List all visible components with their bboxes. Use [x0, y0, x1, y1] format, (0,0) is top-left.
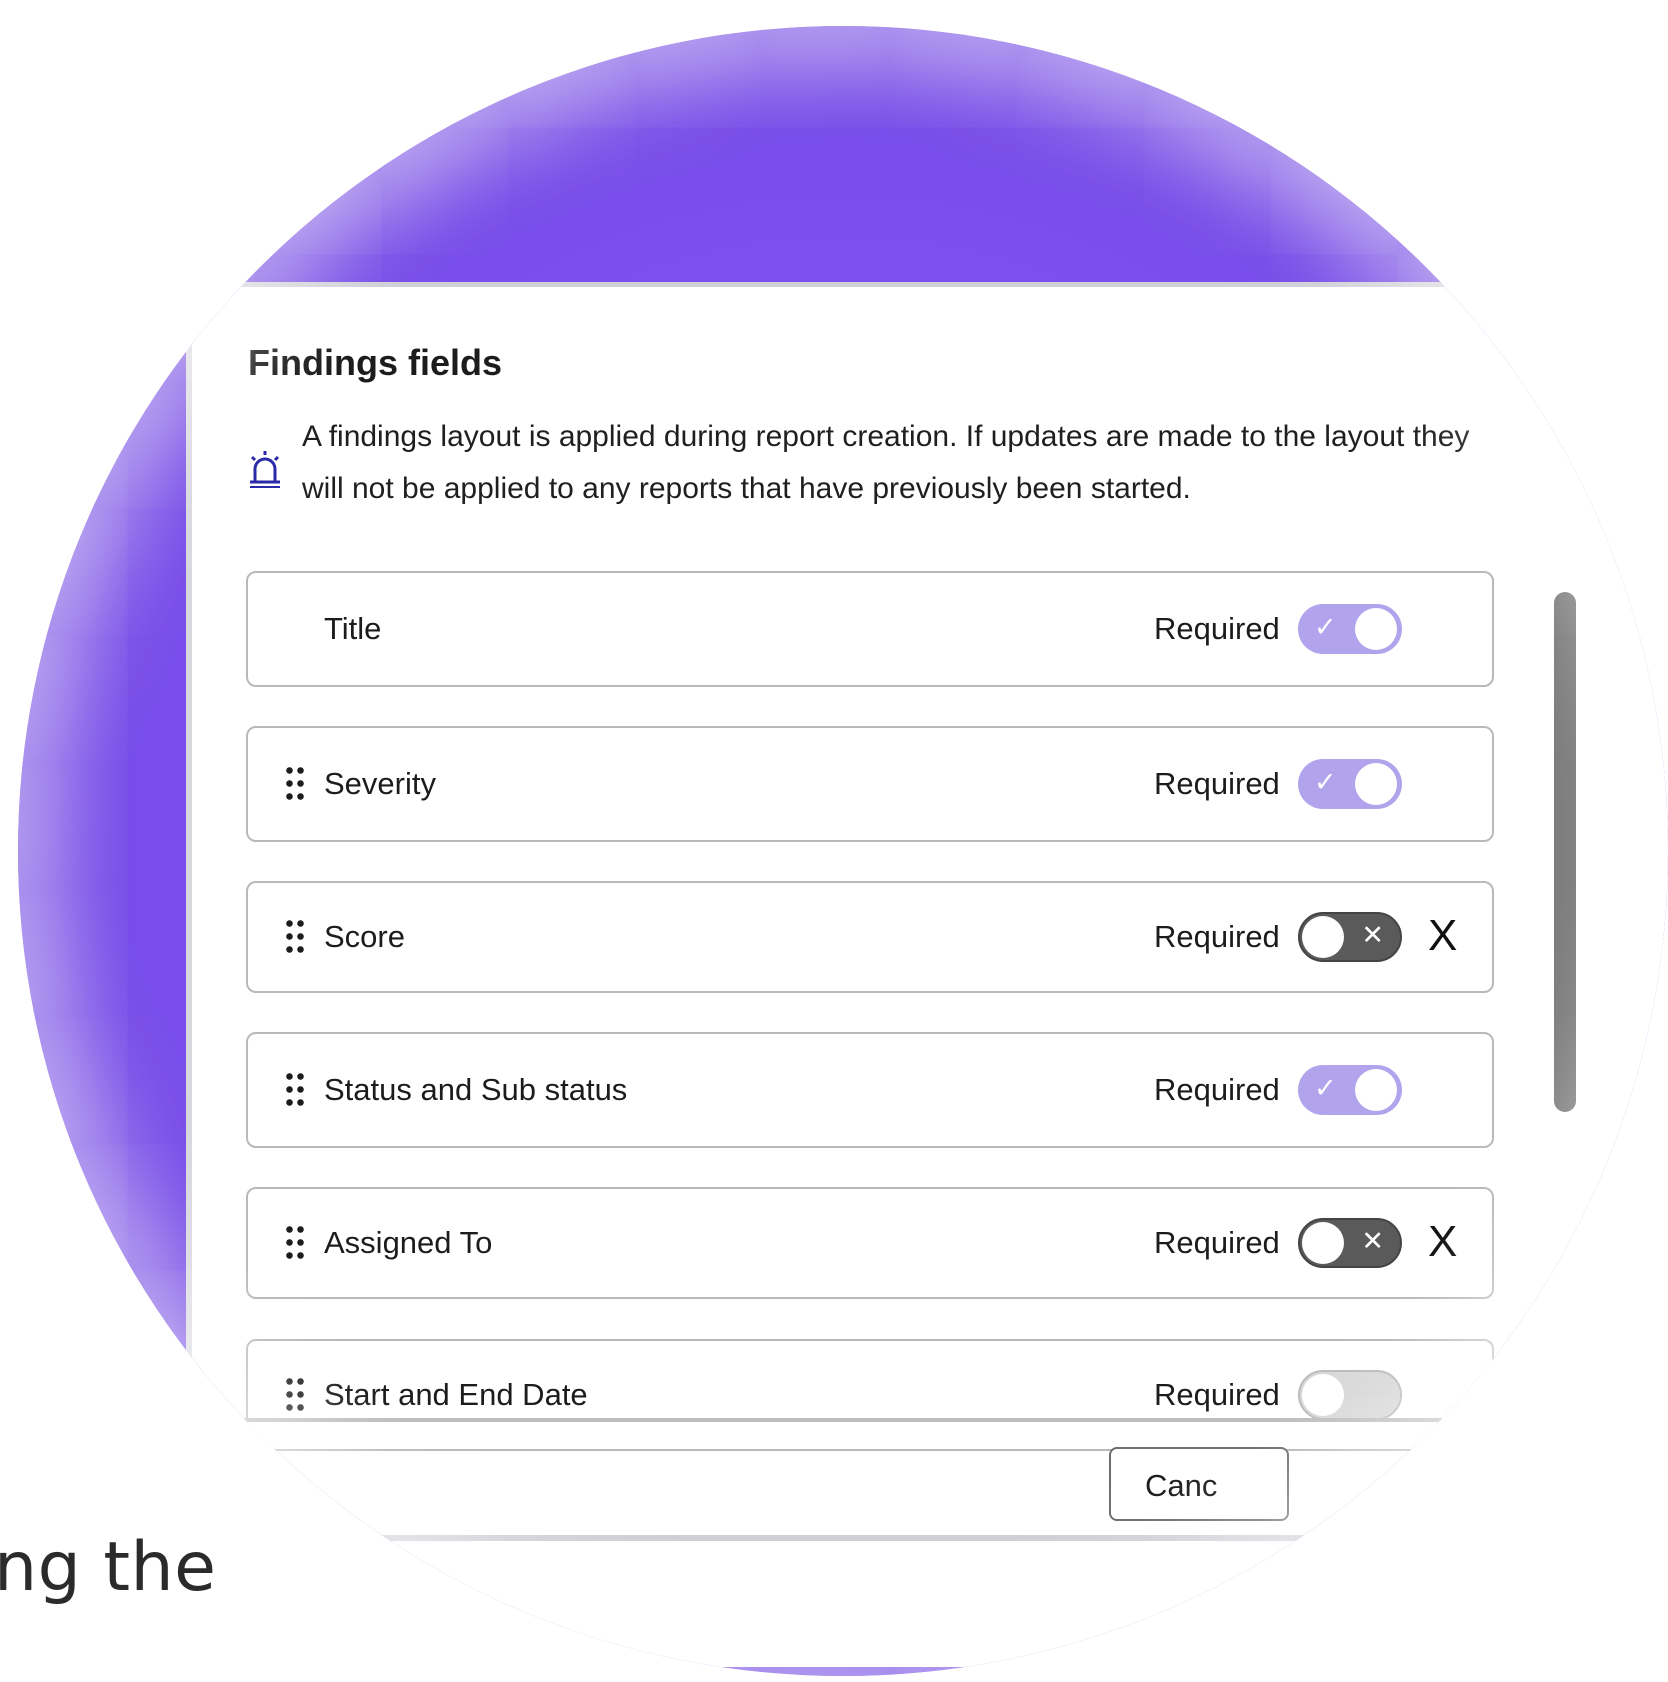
drag-handle-icon[interactable]	[284, 1375, 306, 1413]
field-label: Status and Sub status	[324, 1072, 628, 1107]
check-icon: ✓	[1314, 1073, 1337, 1103]
check-icon: ✓	[1314, 612, 1337, 642]
required-label: Required	[1154, 919, 1280, 954]
drag-handle-icon[interactable]	[284, 1070, 306, 1108]
field-row-score: Score Required ✕ X	[246, 881, 1494, 993]
field-label: Title	[324, 611, 382, 646]
panel-title: Findings fields	[248, 342, 503, 383]
magnifier-lens: Findings fields A findings layout is app…	[18, 26, 1668, 1676]
field-row-title: Title Required ✓	[246, 571, 1494, 687]
alarm-light-icon	[250, 451, 280, 488]
remove-field-button[interactable]: X	[1428, 911, 1457, 961]
toggle-knob	[1302, 1374, 1344, 1416]
required-label: Required	[1154, 1377, 1280, 1412]
x-icon: ✕	[1361, 920, 1384, 950]
required-toggle[interactable]: ✕	[1298, 912, 1402, 962]
field-row-status: Status and Sub status Required ✓	[246, 1032, 1494, 1148]
toggle-knob	[1302, 916, 1344, 958]
field-label: Severity	[324, 766, 436, 801]
required-toggle[interactable]: ✓	[1298, 759, 1402, 809]
list-bottom-divider	[192, 1418, 1668, 1422]
required-label: Required	[1154, 766, 1280, 801]
required-label: Required	[1154, 611, 1280, 646]
field-row-assigned-to: Assigned To Required ✕ X	[246, 1187, 1494, 1299]
toggle-knob	[1302, 1222, 1344, 1264]
required-label: Required	[1154, 1225, 1280, 1260]
x-icon: ✕	[1361, 1226, 1384, 1256]
drag-handle-icon[interactable]	[284, 1223, 306, 1261]
required-toggle[interactable]: ✕	[1298, 1218, 1402, 1268]
drag-handle-icon[interactable]	[284, 917, 306, 955]
findings-fields-panel: Findings fields A findings layout is app…	[186, 282, 1668, 1667]
field-label: Score	[324, 919, 405, 954]
field-label: Assigned To	[324, 1225, 493, 1260]
toggle-knob	[1355, 608, 1397, 650]
panel-bottom-edge	[192, 1535, 1668, 1541]
info-message: A findings layout is applied during repo…	[302, 420, 1470, 505]
required-toggle[interactable]	[1298, 1370, 1402, 1420]
required-toggle[interactable]: ✓	[1298, 1065, 1402, 1115]
field-label: Start and End Date	[324, 1377, 588, 1412]
field-row-severity: Severity Required ✓	[246, 726, 1494, 842]
check-icon: ✓	[1314, 767, 1337, 797]
background-partial-text: ng the	[0, 1528, 217, 1607]
toggle-knob	[1355, 763, 1397, 805]
cancel-button[interactable]: Canc	[1109, 1447, 1289, 1521]
drag-handle-icon[interactable]	[284, 764, 306, 802]
toggle-knob	[1355, 1069, 1397, 1111]
required-toggle[interactable]: ✓	[1298, 604, 1402, 654]
remove-field-button[interactable]: X	[1428, 1217, 1457, 1267]
required-label: Required	[1154, 1072, 1280, 1107]
scrollbar-thumb[interactable]	[1554, 592, 1576, 1112]
field-row-start-end-date: Start and End Date Required	[246, 1339, 1494, 1451]
